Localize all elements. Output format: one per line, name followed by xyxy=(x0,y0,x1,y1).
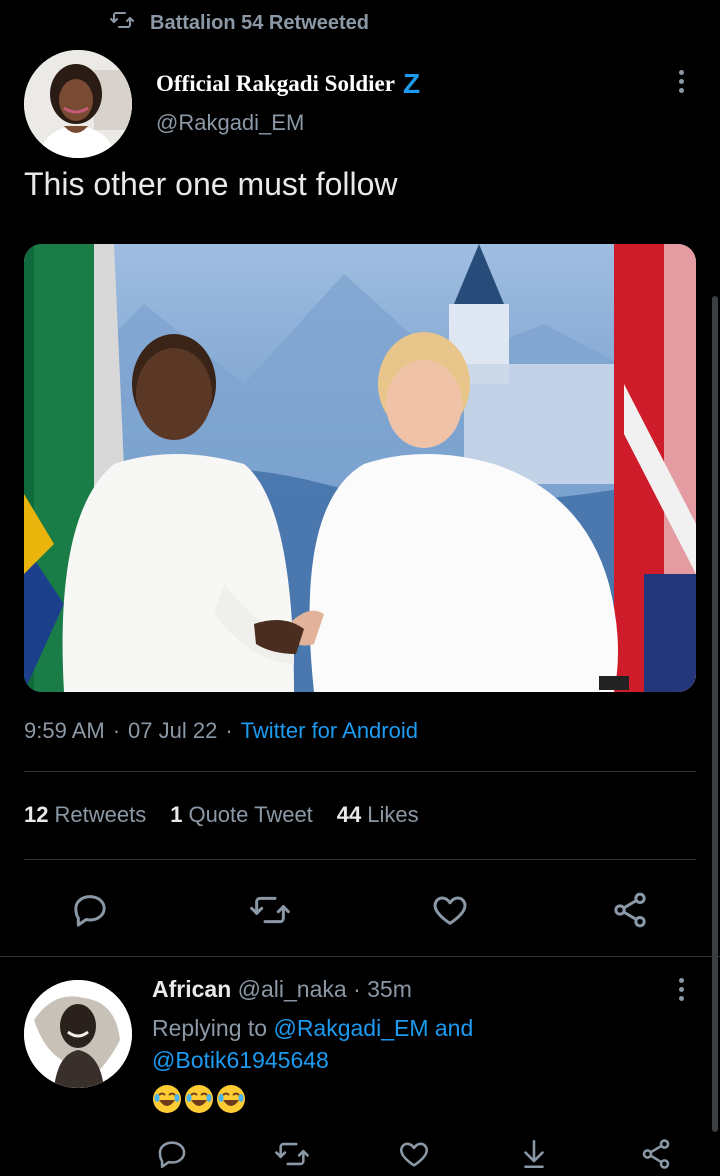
reply-actions xyxy=(0,1132,720,1176)
scrollbar[interactable] xyxy=(712,296,718,1132)
reply-emojis xyxy=(152,1084,246,1114)
likes-stat[interactable]: 44 Likes xyxy=(337,802,419,828)
divider xyxy=(24,859,696,860)
like-icon xyxy=(433,896,467,925)
reply-retweet-button[interactable] xyxy=(270,1132,314,1176)
tweet-date: 07 Jul 22 xyxy=(128,718,218,743)
tweet-source-link[interactable]: Twitter for Android xyxy=(241,718,418,744)
reply-like-button[interactable] xyxy=(392,1132,436,1176)
quotes-label: Quote Tweet xyxy=(188,802,313,827)
retweets-stat[interactable]: 12 Retweets xyxy=(24,802,146,828)
retweet-context[interactable]: Battalion 54 Retweeted xyxy=(110,8,369,38)
quotes-count: 1 xyxy=(170,802,183,827)
author-name: Official Rakgadi Soldier xyxy=(156,71,395,96)
reply-author-avatar[interactable] xyxy=(24,980,132,1088)
author-handle[interactable]: @Rakgadi_EM xyxy=(156,110,304,136)
retweet-icon xyxy=(275,1142,309,1166)
laughing-emoji-icon xyxy=(217,1085,245,1113)
reply-download-button[interactable] xyxy=(512,1132,556,1176)
likes-label: Likes xyxy=(367,802,419,827)
retweet-button[interactable] xyxy=(248,888,292,932)
reply-header: African @ali_naka · 35m xyxy=(152,976,412,1003)
replying-to-label: Replying to xyxy=(152,1015,268,1041)
replying-to: Replying to @Rakgadi_EM and @Botik619456… xyxy=(152,1012,632,1076)
likes-count: 44 xyxy=(336,802,362,827)
reply-author-name[interactable]: African xyxy=(152,976,231,1002)
download-icon xyxy=(524,1139,544,1169)
share-icon xyxy=(614,892,646,928)
tweet-stats: 12 Retweets 1 Quote Tweet 44 Likes xyxy=(24,802,419,828)
reply-share-button[interactable] xyxy=(634,1132,678,1176)
tweet-time: 9:59 AM xyxy=(24,718,105,743)
retweet-context-label: Battalion 54 Retweeted xyxy=(150,11,369,34)
retweets-count: 12 xyxy=(24,802,49,827)
reply-separator: · xyxy=(353,976,361,1002)
reply-age: 35m xyxy=(367,976,412,1002)
reply-more-options-icon[interactable] xyxy=(676,978,686,1001)
reply-icon xyxy=(158,1141,186,1169)
tweet-actions xyxy=(0,884,720,936)
retweets-label: Retweets xyxy=(54,802,147,827)
tweet-photo[interactable] xyxy=(24,244,696,692)
author-name-row[interactable]: Official Rakgadi Soldier Z xyxy=(156,70,420,98)
like-icon xyxy=(400,1142,428,1167)
more-options-icon[interactable] xyxy=(676,70,686,93)
reply-author-handle[interactable]: @ali_naka xyxy=(238,976,347,1002)
mention-link[interactable]: @Rakgadi_EM xyxy=(273,1015,428,1041)
like-button[interactable] xyxy=(428,888,472,932)
tweet-meta: 9:59 AM · 07 Jul 22 · Twitter for Androi… xyxy=(24,718,418,744)
laughing-emoji-icon xyxy=(153,1085,181,1113)
and-label: and xyxy=(434,1015,474,1041)
retweet-icon xyxy=(250,896,290,924)
meta-separator: · xyxy=(225,718,233,743)
reply-icon xyxy=(74,895,106,927)
divider xyxy=(0,956,720,957)
quotes-stat[interactable]: 1 Quote Tweet xyxy=(170,802,313,828)
share-button[interactable] xyxy=(608,888,652,932)
reply-reply-button[interactable] xyxy=(150,1132,194,1176)
author-avatar[interactable] xyxy=(24,50,132,158)
laughing-emoji-icon xyxy=(185,1085,213,1113)
reply-button[interactable] xyxy=(68,888,112,932)
share-icon xyxy=(642,1139,670,1169)
retweet-icon xyxy=(110,8,134,38)
tweet-text: This other one must follow xyxy=(24,166,398,202)
divider xyxy=(24,771,696,772)
mention-link[interactable]: @Botik61945648 xyxy=(152,1047,329,1073)
author-badge: Z xyxy=(402,68,421,99)
meta-separator: · xyxy=(112,718,121,743)
